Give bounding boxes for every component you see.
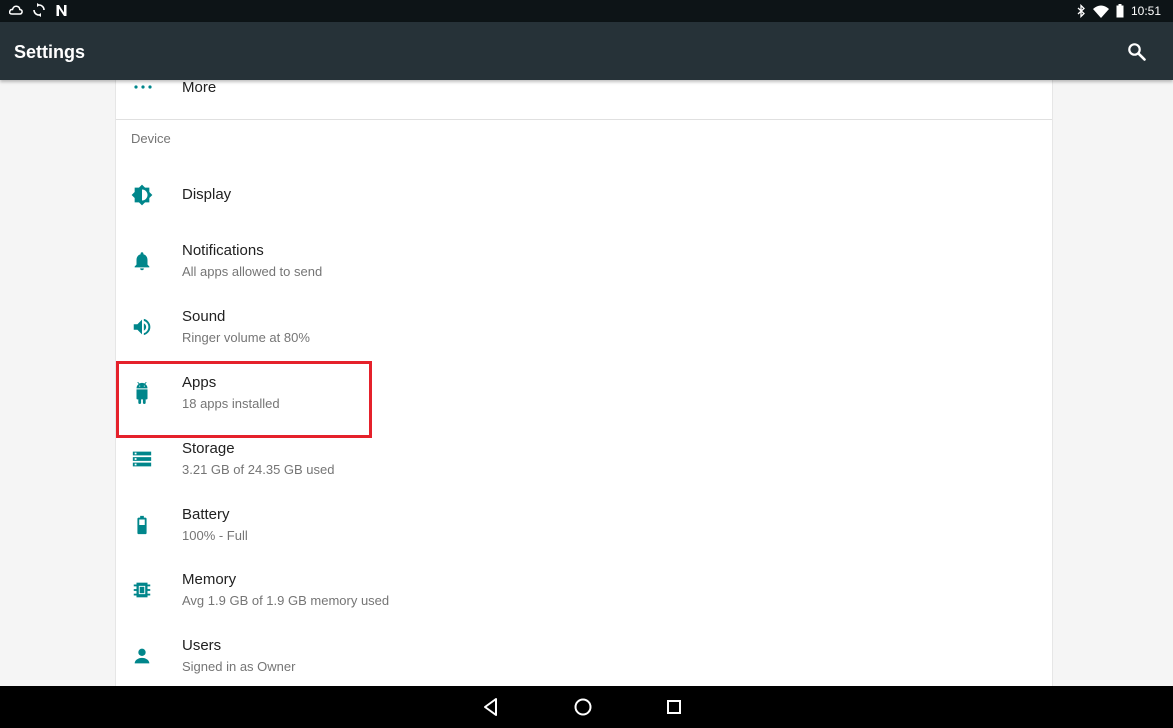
back-icon — [484, 698, 497, 716]
settings-item-summary: All apps allowed to send — [182, 264, 323, 279]
status-time: 10:51 — [1130, 4, 1161, 18]
battery-icon — [1116, 4, 1124, 18]
wifi-icon — [1092, 5, 1109, 18]
settings-item-memory[interactable]: Memory Avg 1.9 GB of 1.9 GB memory used — [116, 558, 1052, 624]
status-bar: 10:51 — [0, 0, 1173, 22]
storage-icon — [132, 451, 152, 467]
settings-item-title: Battery — [182, 506, 230, 523]
settings-item-title: Sound — [182, 308, 226, 325]
home-icon — [574, 698, 592, 716]
settings-item-notifications[interactable]: Notifications All apps allowed to send — [116, 229, 1052, 295]
settings-item-summary: 18 apps installed — [182, 396, 280, 411]
settings-item-title: Display — [182, 186, 232, 203]
home-button[interactable] — [572, 696, 594, 718]
memory-chip-icon — [133, 582, 151, 598]
settings-list: More Device Display Notifications All ap… — [115, 80, 1053, 686]
n-notification-icon — [56, 4, 67, 16]
more-dots-icon — [134, 85, 152, 89]
settings-item-title: Users — [182, 637, 222, 654]
status-left-icons — [9, 3, 68, 17]
settings-item-users[interactable]: Users Signed in as Owner — [116, 624, 1052, 686]
recents-icon — [667, 700, 681, 714]
display-brightness-icon — [131, 184, 153, 206]
settings-item-summary: Ringer volume at 80% — [182, 330, 310, 345]
settings-item-sound[interactable]: Sound Ringer volume at 80% — [116, 295, 1052, 361]
volume-icon — [133, 318, 151, 336]
bluetooth-icon — [1077, 4, 1085, 18]
sync-icon — [33, 3, 45, 17]
search-button[interactable] — [1125, 40, 1149, 64]
settings-item-summary: 3.21 GB of 24.35 GB used — [182, 462, 335, 477]
category-header-device: Device — [131, 131, 171, 146]
settings-item-title: Memory — [182, 571, 237, 588]
settings-item-title: More — [182, 80, 217, 96]
battery-icon — [137, 515, 147, 535]
cloud-icon — [9, 5, 23, 15]
android-icon — [136, 382, 148, 404]
settings-item-summary: Signed in as Owner — [182, 659, 296, 674]
app-bar: Settings — [0, 22, 1173, 80]
settings-item-title: Storage — [182, 440, 235, 457]
status-right-icons: 10:51 — [1077, 3, 1161, 19]
page-title: Settings — [14, 42, 86, 62]
back-button[interactable] — [480, 696, 502, 718]
bell-icon — [134, 252, 150, 271]
settings-item-apps[interactable]: Apps 18 apps installed — [116, 361, 1052, 427]
settings-item-summary: Avg 1.9 GB of 1.9 GB memory used — [182, 593, 390, 608]
search-icon — [1128, 43, 1146, 61]
recents-button[interactable] — [663, 696, 685, 718]
settings-item-title: Apps — [182, 374, 217, 391]
settings-item-title: Notifications — [182, 242, 264, 259]
settings-item-more[interactable]: More — [116, 80, 1052, 118]
settings-item-summary: 100% - Full — [182, 528, 248, 543]
settings-item-battery[interactable]: Battery 100% - Full — [116, 493, 1052, 559]
person-icon — [134, 648, 150, 664]
settings-item-storage[interactable]: Storage 3.21 GB of 24.35 GB used — [116, 427, 1052, 493]
settings-item-display[interactable]: Display — [116, 163, 1052, 229]
divider — [116, 119, 1052, 120]
navigation-bar — [0, 686, 1173, 728]
